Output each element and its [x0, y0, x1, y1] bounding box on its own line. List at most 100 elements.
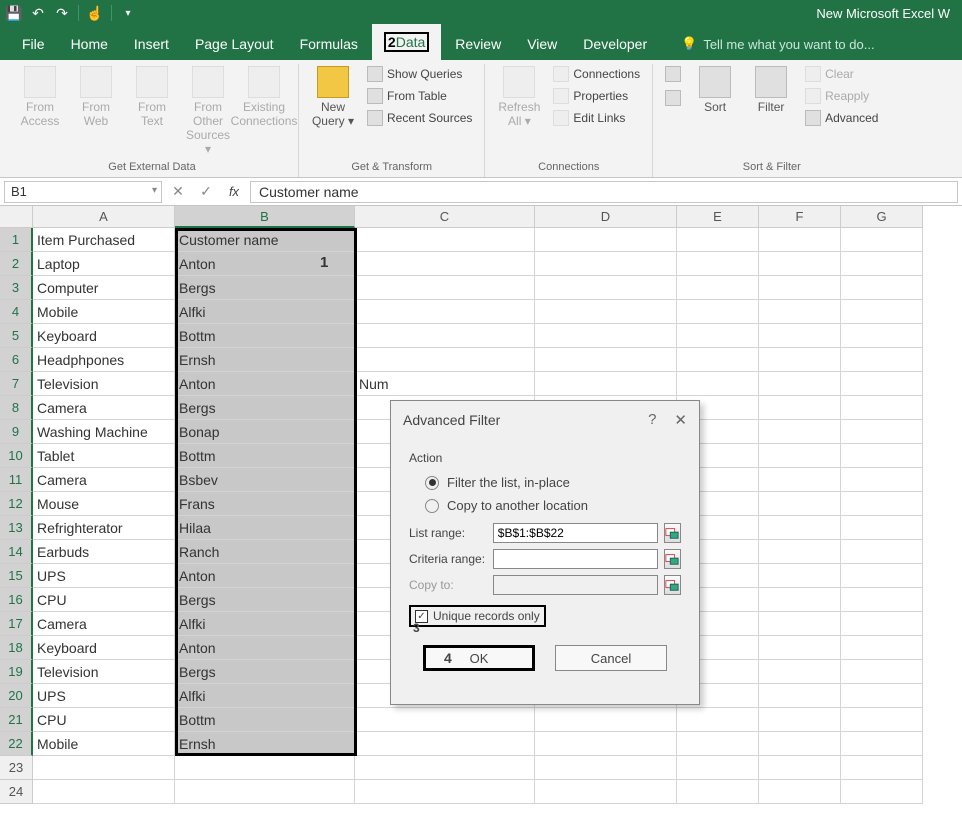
- cell[interactable]: [535, 372, 677, 396]
- cell[interactable]: Mouse: [33, 492, 175, 516]
- cell[interactable]: Bergs: [175, 276, 355, 300]
- radio-filter-inplace[interactable]: Filter the list, in-place: [409, 471, 681, 494]
- recent-sources-button[interactable]: Recent Sources: [363, 108, 476, 128]
- cell[interactable]: [759, 396, 841, 420]
- cell[interactable]: [841, 756, 923, 780]
- sort-button[interactable]: Sort: [689, 64, 741, 116]
- cell[interactable]: [355, 228, 535, 252]
- cell[interactable]: [841, 228, 923, 252]
- cell[interactable]: [759, 612, 841, 636]
- col-header-c[interactable]: C: [355, 206, 535, 228]
- row-header[interactable]: 7: [0, 372, 33, 396]
- row-header[interactable]: 19: [0, 660, 33, 684]
- cell[interactable]: Washing Machine: [33, 420, 175, 444]
- redo-icon[interactable]: ↷: [54, 5, 70, 21]
- cell[interactable]: [355, 300, 535, 324]
- col-header-g[interactable]: G: [841, 206, 923, 228]
- col-header-b[interactable]: B: [175, 206, 355, 228]
- save-icon[interactable]: 💾: [6, 5, 22, 21]
- list-range-input[interactable]: [493, 523, 658, 543]
- from-other-button[interactable]: From Other Sources ▾: [182, 64, 234, 158]
- cell[interactable]: Keyboard: [33, 636, 175, 660]
- cell[interactable]: [841, 540, 923, 564]
- from-table-button[interactable]: From Table: [363, 86, 476, 106]
- cell[interactable]: [841, 612, 923, 636]
- cell[interactable]: Anton: [175, 372, 355, 396]
- cell[interactable]: Anton: [175, 564, 355, 588]
- col-header-f[interactable]: F: [759, 206, 841, 228]
- cell[interactable]: Earbuds: [33, 540, 175, 564]
- cell[interactable]: [677, 276, 759, 300]
- cell[interactable]: [841, 372, 923, 396]
- cell[interactable]: [841, 492, 923, 516]
- cell[interactable]: Ernsh: [175, 348, 355, 372]
- cell[interactable]: [759, 708, 841, 732]
- customize-qat-icon[interactable]: ▾: [120, 5, 136, 21]
- cell[interactable]: Computer: [33, 276, 175, 300]
- cell[interactable]: Television: [33, 660, 175, 684]
- cell[interactable]: Alfki: [175, 612, 355, 636]
- cell[interactable]: [535, 228, 677, 252]
- cell[interactable]: [841, 252, 923, 276]
- refresh-all-button[interactable]: Refresh All ▾: [493, 64, 545, 130]
- cell[interactable]: UPS: [33, 564, 175, 588]
- cell[interactable]: [759, 444, 841, 468]
- cell[interactable]: Mobile: [33, 300, 175, 324]
- unique-records-checkbox[interactable]: ✓ Unique records only 3: [409, 605, 546, 627]
- cell[interactable]: [841, 516, 923, 540]
- cell[interactable]: Headphpones: [33, 348, 175, 372]
- edit-links-button[interactable]: Edit Links: [549, 108, 644, 128]
- cell[interactable]: Bottm: [175, 444, 355, 468]
- cell[interactable]: [677, 348, 759, 372]
- cell[interactable]: UPS: [33, 684, 175, 708]
- cell[interactable]: [759, 348, 841, 372]
- cell[interactable]: [355, 276, 535, 300]
- cell[interactable]: Bottm: [175, 324, 355, 348]
- cell[interactable]: [355, 708, 535, 732]
- cell[interactable]: [535, 780, 677, 804]
- col-header-e[interactable]: E: [677, 206, 759, 228]
- cell[interactable]: [841, 636, 923, 660]
- cell[interactable]: [535, 252, 677, 276]
- cell[interactable]: [677, 780, 759, 804]
- row-header[interactable]: 20: [0, 684, 33, 708]
- cell[interactable]: Anton: [175, 636, 355, 660]
- cell[interactable]: [841, 588, 923, 612]
- row-header[interactable]: 13: [0, 516, 33, 540]
- row-header[interactable]: 2: [0, 252, 33, 276]
- range-picker-icon[interactable]: [664, 549, 681, 569]
- cell[interactable]: [677, 732, 759, 756]
- cell[interactable]: [175, 756, 355, 780]
- cell[interactable]: [355, 348, 535, 372]
- row-header[interactable]: 22: [0, 732, 33, 756]
- cell[interactable]: Num: [355, 372, 535, 396]
- cell[interactable]: [535, 348, 677, 372]
- cell[interactable]: [759, 492, 841, 516]
- cell[interactable]: [535, 276, 677, 300]
- cell[interactable]: Camera: [33, 612, 175, 636]
- tab-home[interactable]: Home: [59, 28, 120, 60]
- cell[interactable]: [759, 732, 841, 756]
- cell[interactable]: [677, 324, 759, 348]
- cell[interactable]: Tablet: [33, 444, 175, 468]
- cell[interactable]: [841, 660, 923, 684]
- cell[interactable]: CPU: [33, 588, 175, 612]
- tab-formulas[interactable]: Formulas: [288, 28, 370, 60]
- cell[interactable]: Alfki: [175, 684, 355, 708]
- cell[interactable]: [759, 468, 841, 492]
- cell[interactable]: Ernsh: [175, 732, 355, 756]
- cell[interactable]: [841, 564, 923, 588]
- col-header-d[interactable]: D: [535, 206, 677, 228]
- row-header[interactable]: 6: [0, 348, 33, 372]
- cell[interactable]: [841, 396, 923, 420]
- cell[interactable]: [355, 780, 535, 804]
- connections-button[interactable]: Connections: [549, 64, 644, 84]
- show-queries-button[interactable]: Show Queries: [363, 64, 476, 84]
- from-text-button[interactable]: From Text: [126, 64, 178, 130]
- select-all-corner[interactable]: [0, 206, 33, 228]
- cell[interactable]: Frans: [175, 492, 355, 516]
- touch-mode-icon[interactable]: ☝: [87, 5, 103, 21]
- cell[interactable]: [355, 252, 535, 276]
- row-header[interactable]: 18: [0, 636, 33, 660]
- cell[interactable]: Bergs: [175, 660, 355, 684]
